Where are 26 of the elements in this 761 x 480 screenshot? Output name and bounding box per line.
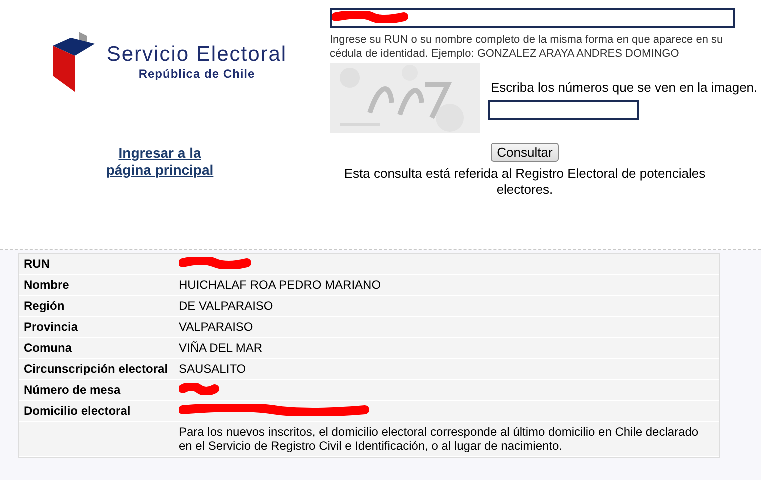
field-value: SAUSALITO [179, 362, 246, 376]
field-value: VIÑA DEL MAR [179, 341, 263, 355]
field-label: Región [19, 296, 174, 317]
field-value: DE VALPARAISO [179, 299, 274, 313]
logo-title: Servicio Electoral [106, 43, 288, 67]
captcha-label: Escriba los números que se ven en la imagen. [491, 80, 758, 95]
field-value: HUICHALAF ROA PEDRO MARIANO [179, 278, 382, 292]
home-link[interactable]: Ingresar a la página principal [95, 145, 225, 179]
field-label: Comuna [19, 338, 174, 359]
field-label: Circunscripción electoral [19, 359, 174, 380]
field-value: VALPARAISO [179, 320, 254, 334]
notice-text: Esta consulta está referida al Registro Electoral de potenciales electores. [343, 166, 707, 198]
captcha-input[interactable] [488, 100, 639, 120]
field-label: Provincia [19, 317, 174, 338]
redaction-mark [179, 257, 251, 269]
field-label: Domicilio electoral [19, 401, 174, 422]
field-label: RUN [19, 254, 174, 275]
search-field[interactable] [330, 8, 735, 28]
ballot-box-icon [52, 32, 95, 92]
field-label: Nombre [19, 275, 174, 296]
logo-subtitle: República de Chile [138, 67, 256, 81]
search-hint: Ingrese su RUN o su nombre completo de la misma forma en que aparece en su cédula de identidad. Ejemplo: GONZALEZ ARAYA ANDRES DOMINGO [330, 33, 724, 61]
submit-button[interactable]: Consultar [491, 143, 559, 162]
field-label: Número de mesa [19, 380, 174, 401]
redaction-mark [179, 383, 219, 395]
field-value: Para los nuevos inscritos, el domicilio electoral corresponde al último domicilio en Chile declarado en el Servicio de Registro Civil e Identificación, o al lugar de nacimiento. [179, 425, 699, 453]
